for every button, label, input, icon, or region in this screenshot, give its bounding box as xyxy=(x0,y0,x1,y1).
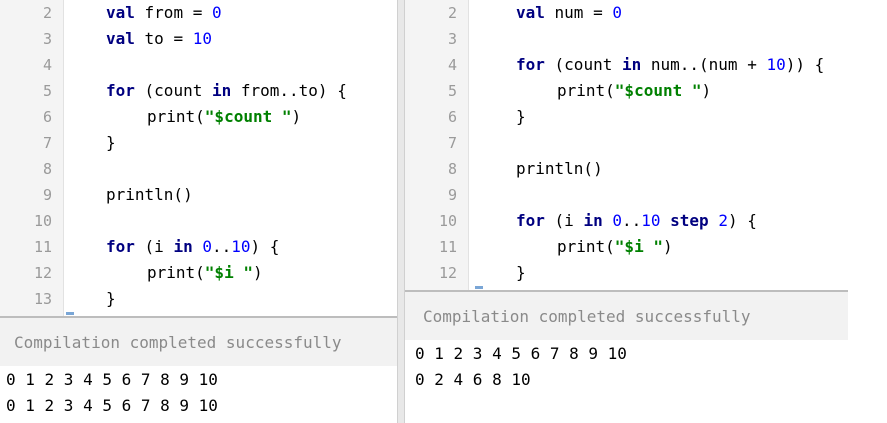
line-number: 8 xyxy=(447,160,457,178)
output-line: 0 1 2 3 4 5 6 7 8 9 10 xyxy=(6,370,218,389)
code-line[interactable]: print("$i ") xyxy=(147,260,263,286)
fold-marker-icon xyxy=(475,286,483,289)
code-line[interactable]: print("$count ") xyxy=(147,104,301,130)
line-number: 3 xyxy=(42,30,52,48)
code-line[interactable]: println() xyxy=(106,182,193,208)
output-line: 0 1 2 3 4 5 6 7 8 9 10 xyxy=(6,396,218,415)
fold-marker-icon xyxy=(66,312,74,315)
line-number: 6 xyxy=(447,108,457,126)
code-line[interactable]: } xyxy=(516,104,526,130)
line-number: 5 xyxy=(447,82,457,100)
line-number: 11 xyxy=(33,238,52,256)
line-number: 10 xyxy=(438,212,457,230)
line-number: 8 xyxy=(42,160,52,178)
line-number: 5 xyxy=(42,82,52,100)
code-line[interactable]: val num = 0 xyxy=(516,0,622,26)
code-line[interactable]: } xyxy=(516,260,526,286)
left-editor-panel: 2 3 4 5 6 7 8 9 10 11 12 13 val from = 0… xyxy=(0,0,397,423)
code-line[interactable]: val to = 10 xyxy=(106,26,212,52)
compile-status: Compilation completed successfully xyxy=(0,316,397,366)
line-number: 4 xyxy=(42,56,52,74)
line-number: 3 xyxy=(447,30,457,48)
compile-status: Compilation completed successfully xyxy=(405,290,848,340)
code-line[interactable]: val from = 0 xyxy=(106,0,222,26)
code-line[interactable]: print("$i ") xyxy=(557,234,673,260)
output-line: 0 1 2 3 4 5 6 7 8 9 10 xyxy=(415,344,627,363)
code-line[interactable]: for (count in from..to) { xyxy=(106,78,347,104)
code-line[interactable]: } xyxy=(106,130,116,156)
line-number: 4 xyxy=(447,56,457,74)
code-line[interactable]: for (i in 0..10) { xyxy=(106,234,279,260)
line-number: 12 xyxy=(438,264,457,282)
line-number: 9 xyxy=(447,186,457,204)
line-number: 13 xyxy=(33,290,52,308)
code-line[interactable]: for (i in 0..10 step 2) { xyxy=(516,208,757,234)
line-number: 2 xyxy=(42,4,52,22)
line-number: 7 xyxy=(42,134,52,152)
code-line[interactable]: } xyxy=(106,286,116,312)
code-line[interactable]: print("$count ") xyxy=(557,78,711,104)
line-number: 11 xyxy=(438,238,457,256)
output-line: 0 2 4 6 8 10 xyxy=(415,370,531,389)
line-number: 2 xyxy=(447,4,457,22)
line-number: 10 xyxy=(33,212,52,230)
line-number: 9 xyxy=(42,186,52,204)
panel-splitter[interactable] xyxy=(397,0,405,423)
code-line[interactable]: for (count in num..(num + 10)) { xyxy=(516,52,824,78)
line-number: 12 xyxy=(33,264,52,282)
line-number: 6 xyxy=(42,108,52,126)
right-editor-panel: 2 3 4 5 6 7 8 9 10 11 12 val num = 0 for… xyxy=(405,0,848,423)
code-line[interactable]: println() xyxy=(516,156,603,182)
line-number: 7 xyxy=(447,134,457,152)
